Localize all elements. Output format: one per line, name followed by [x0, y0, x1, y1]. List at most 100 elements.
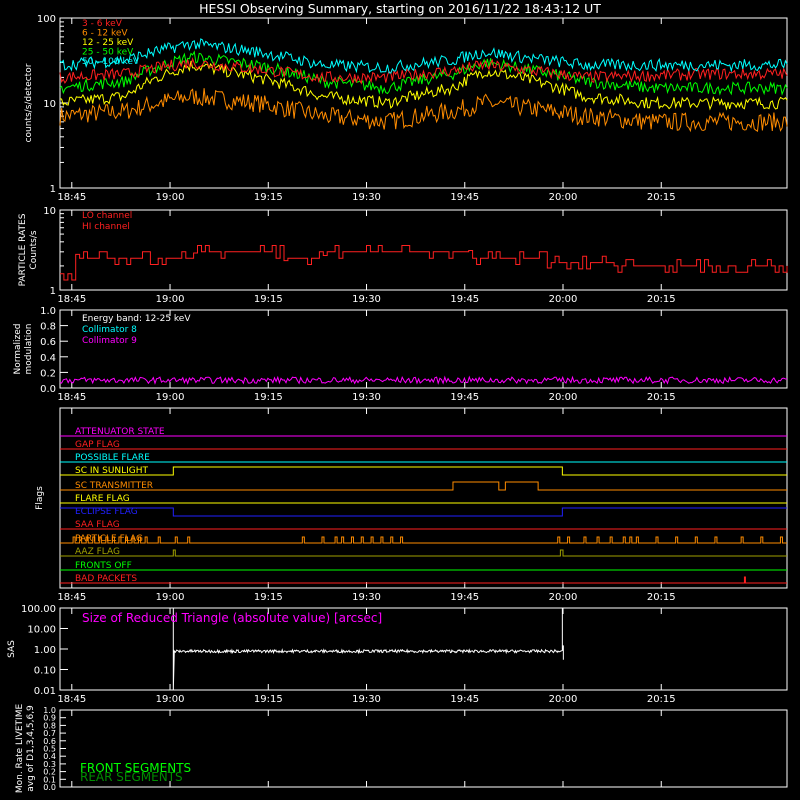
legend-entry: HI channel — [82, 222, 130, 232]
legend-entry: 25 - 50 keV — [82, 48, 134, 58]
x-tick-label: 20:15 — [647, 192, 676, 203]
x-tick-label: 20:00 — [549, 392, 578, 403]
y-axis-label: Counts/s — [29, 230, 39, 269]
y-tick-label: 10.00 — [27, 625, 56, 636]
x-tick-label: 19:30 — [352, 694, 381, 705]
flag-line — [60, 576, 787, 584]
particle-frame — [59, 209, 788, 291]
y-tick-label: 0.2 — [40, 368, 56, 379]
y-tick-label: 0.1 — [43, 775, 56, 784]
x-tick-label: 19:00 — [156, 694, 185, 705]
x-tick-label: 19:00 — [156, 392, 185, 403]
legend-entry: 50 - 100 keV — [82, 57, 140, 67]
y-tick-label: 0.5 — [43, 745, 56, 754]
y-tick-label: 0.4 — [43, 752, 56, 761]
y-tick-label: 100.00 — [21, 604, 56, 615]
y-tick-label: 0.01 — [34, 686, 56, 697]
flag-line — [60, 466, 787, 476]
y-tick-label: 0.6 — [40, 337, 56, 348]
x-tick-label: 20:00 — [549, 694, 578, 705]
x-tick-label: 19:00 — [156, 294, 185, 305]
y-axis-label: PARTICLE RATES — [18, 213, 28, 286]
x-tick-label: 19:00 — [156, 592, 185, 603]
flag-line — [60, 536, 787, 544]
y-axis-label: modulation — [24, 324, 34, 375]
legend-entry: REAR SEGMENTS — [80, 770, 183, 784]
y-axis-label: Mon. Rate LIVETIME — [15, 704, 25, 794]
y-tick-label: 10 — [43, 206, 56, 217]
legend-entry: 12 - 25 keV — [82, 38, 134, 48]
y-tick-label: 100 — [37, 14, 56, 25]
x-tick-label: 19:30 — [352, 392, 381, 403]
x-tick-label: 19:30 — [352, 192, 381, 203]
y-tick-label: 0.0 — [43, 783, 56, 792]
legend-entry: 3 - 6 keV — [82, 19, 123, 29]
livetime-panel: 0.00.10.20.30.40.50.60.70.80.91.0 Mon. Ra… — [15, 704, 788, 794]
y-axis-label: SAS — [7, 640, 17, 658]
panels: 18:45 19:00 19:15 19:30 19:45 20:00 20:1511010… — [7, 14, 788, 794]
x-tick-label: 20:15 — [647, 294, 676, 305]
x-tick-label: 19:30 — [352, 294, 381, 305]
y-tick-label: 0.6 — [43, 737, 56, 746]
y-tick-label: 10 — [43, 99, 56, 110]
series-line — [59, 57, 788, 85]
legend-entry: 6 - 12 keV — [82, 29, 128, 39]
x-tick-label: 19:00 — [156, 192, 185, 203]
y-tick-label: 1 — [50, 286, 56, 297]
series-line — [60, 245, 788, 281]
series-line — [59, 375, 787, 385]
legend-entry: Energy band: 12-25 keV — [82, 314, 191, 324]
x-tick-label: 18:45 — [57, 294, 86, 305]
x-tick-label: 19:30 — [352, 592, 381, 603]
particle-panel: 18:45 19:00 19:15 19:30 19:45 20:00 20:15 1 10 PA… — [18, 206, 788, 305]
legend-entry: Collimator 9 — [82, 336, 137, 346]
y-tick-label: 0.0 — [40, 384, 56, 395]
x-tick-label: 19:45 — [450, 694, 479, 705]
y-tick-label: 0.9 — [43, 714, 56, 723]
flag-line — [60, 549, 787, 557]
y-tick-label: 1.0 — [43, 706, 56, 715]
y-tick-label: 0.8 — [43, 721, 56, 730]
rates-panel: 18:45 19:00 19:15 19:30 19:45 20:00 20:15 1 10 10… — [24, 14, 788, 203]
modulation-panel: 18:45 19:00 19:15 19:30 19:45 20:00 20:15 0.0 0.… — [13, 306, 788, 403]
x-tick-label: 18:45 — [57, 694, 86, 705]
flags-panel: 18:45 19:00 19:15 19:30 19:45 20:00 20:15 Flags… — [35, 407, 788, 603]
y-axis-label: counts/s/detector — [24, 63, 34, 142]
y-tick-label: 1 — [50, 184, 56, 195]
x-tick-label: 18:45 — [57, 392, 86, 403]
y-tick-label: 0.10 — [34, 666, 56, 677]
y-axis-label: avg of D1,3,4,5,6,9 — [26, 705, 36, 792]
x-tick-label: 18:45 — [57, 592, 86, 603]
x-tick-label: 19:45 — [450, 294, 479, 305]
y-tick-label: 1.0 — [40, 306, 56, 317]
x-tick-label: 19:15 — [254, 592, 283, 603]
x-tick-label: 19:45 — [450, 592, 479, 603]
legend-entry: LO channel — [82, 211, 132, 221]
legend-entry: Collimator 8 — [82, 325, 137, 335]
x-tick-label: 20:15 — [647, 592, 676, 603]
x-tick-label: 18:45 — [57, 192, 86, 203]
y-axis-label: Normalized — [13, 323, 23, 374]
x-tick-label: 19:15 — [254, 192, 283, 203]
flags-frame — [59, 407, 788, 589]
y-tick-label: 0.4 — [40, 353, 56, 364]
x-tick-label: 19:15 — [254, 392, 283, 403]
x-tick-label: 20:15 — [647, 694, 676, 705]
legend-entry: Size of Reduced Triangle (absolute value… — [82, 611, 382, 625]
x-tick-label: 19:15 — [254, 294, 283, 305]
x-tick-label: 19:45 — [450, 392, 479, 403]
sas-panel: 18:45 19:00 19:15 19:30 19:45 20:00 20:15 0.01 0… — [7, 604, 788, 705]
x-tick-label: 20:00 — [549, 192, 578, 203]
y-axis-label: Flags — [35, 486, 45, 510]
y-tick-label: 0.8 — [40, 322, 56, 333]
x-tick-label: 20:00 — [549, 592, 578, 603]
x-tick-label: 19:45 — [450, 192, 479, 203]
y-tick-label: 1.00 — [34, 645, 56, 656]
flag-line — [60, 481, 787, 491]
x-tick-label: 19:15 — [254, 694, 283, 705]
x-tick-label: 20:15 — [647, 392, 676, 403]
y-tick-label: 0.7 — [43, 729, 56, 738]
chart-title: HESSI Observing Summary, starting on 201… — [199, 1, 601, 16]
y-tick-label: 0.3 — [43, 760, 56, 769]
y-tick-label: 0.2 — [43, 768, 56, 777]
